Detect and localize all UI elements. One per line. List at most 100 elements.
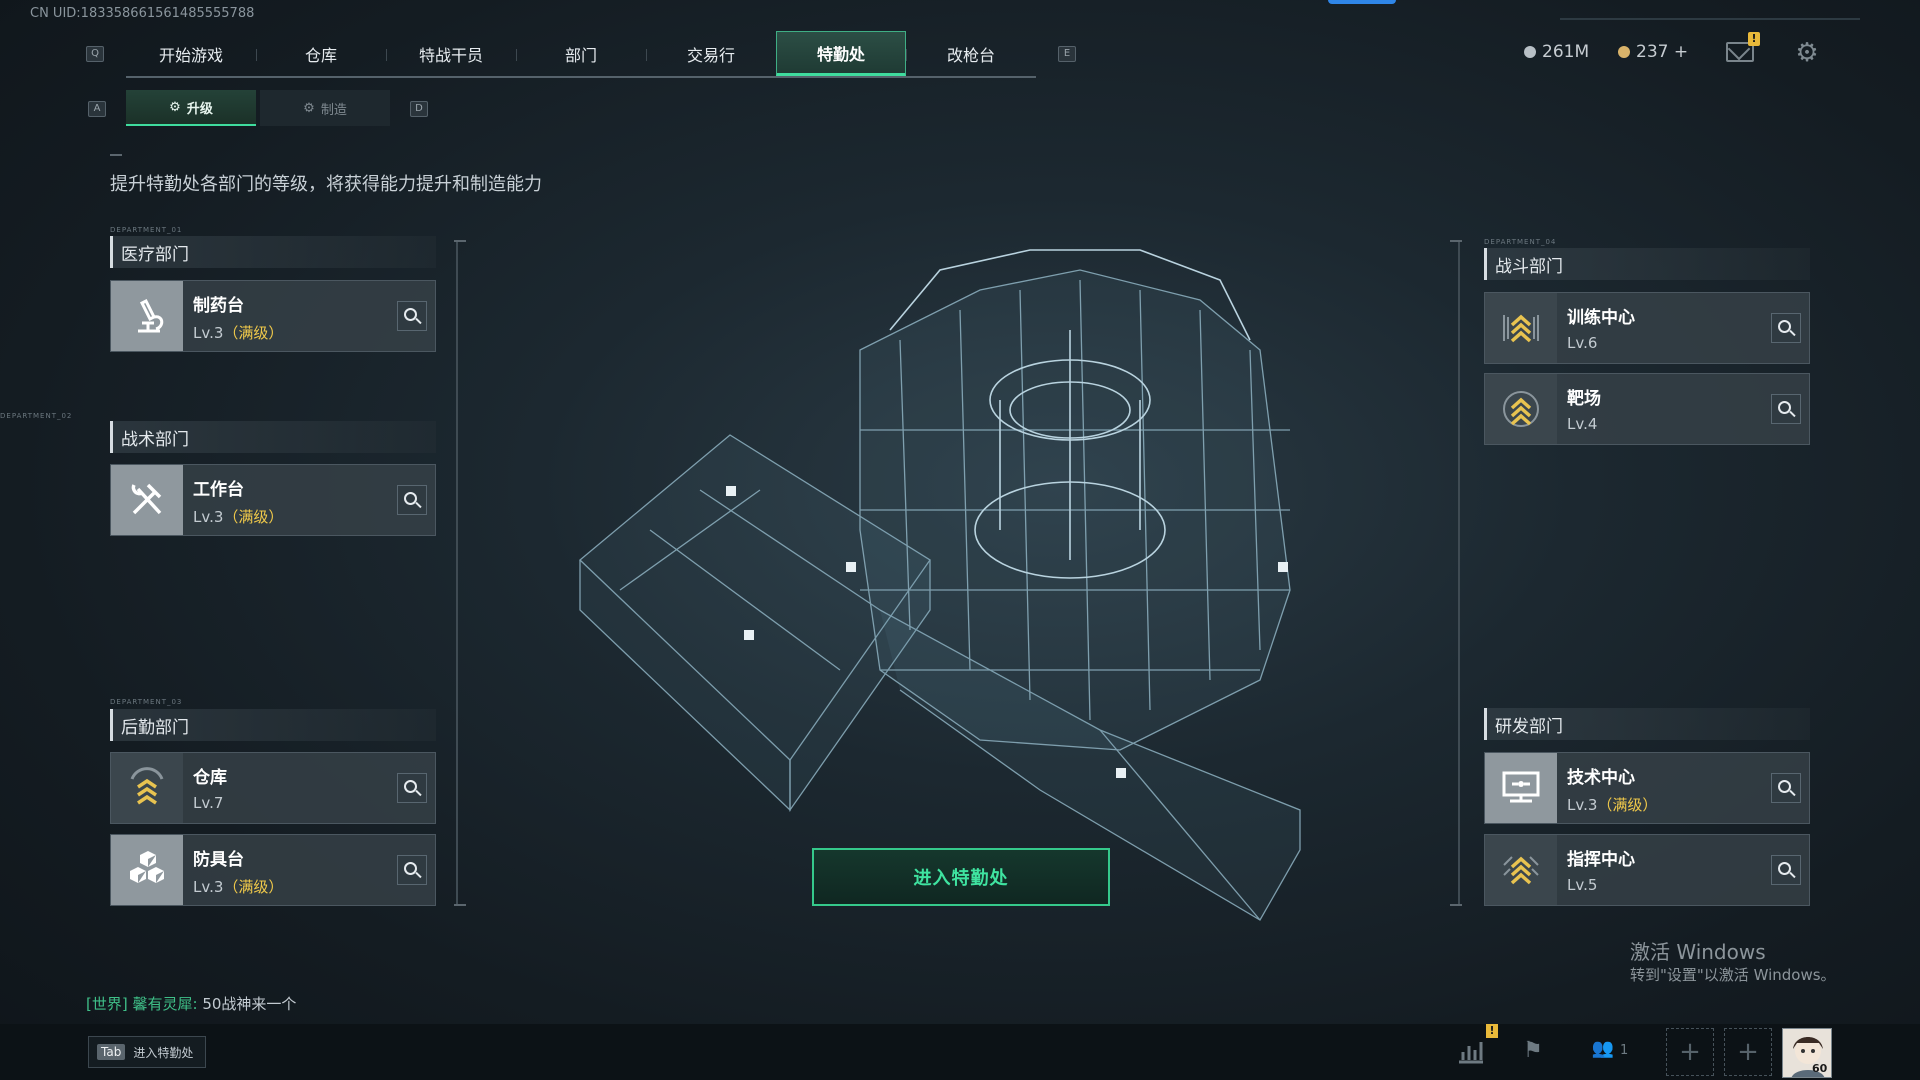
- right-bracket: [1458, 240, 1460, 906]
- rank-chevron-icon: [1485, 293, 1557, 363]
- max-level-tag: （满级）: [223, 878, 284, 896]
- facility-card-tech-center[interactable]: 技术中心 Lv.3（满级）: [1484, 752, 1810, 824]
- subtab-craft[interactable]: ⚙ 制造: [260, 90, 390, 126]
- tab-department[interactable]: 部门: [516, 31, 646, 76]
- description-marker: [110, 154, 122, 156]
- page-description: 提升特勤处各部门的等级，将获得能力提升和制造能力: [110, 174, 542, 195]
- search-button[interactable]: [397, 773, 427, 803]
- friends-count: 1: [1619, 1043, 1629, 1058]
- search-button[interactable]: [1771, 313, 1801, 343]
- subtab-next-key: D: [410, 101, 428, 117]
- left-bracket-top-tick: [454, 240, 466, 242]
- left-bracket-bottom-tick: [454, 904, 466, 906]
- upgrade-icon: ⚙: [169, 99, 181, 115]
- level-value: Lv.7: [193, 794, 224, 812]
- search-button[interactable]: [1771, 855, 1801, 885]
- microscope-icon: [111, 281, 183, 351]
- search-button[interactable]: [1771, 773, 1801, 803]
- tab-warehouse[interactable]: 仓库: [256, 31, 386, 76]
- silver-coin-icon: [1524, 46, 1536, 58]
- team-slot-empty[interactable]: +: [1724, 1028, 1772, 1076]
- team-slot-empty[interactable]: +: [1666, 1028, 1714, 1076]
- stats-icon[interactable]: [1456, 1038, 1486, 1068]
- dept-medical-title: 医疗部门: [110, 236, 436, 268]
- level-value: Lv.3: [1567, 796, 1598, 814]
- bottom-bar: [0, 1024, 1920, 1080]
- top-notification-tab[interactable]: [1328, 0, 1396, 4]
- subtab-prev-key: A: [88, 101, 106, 117]
- silver-currency[interactable]: 261M: [1524, 42, 1589, 62]
- dept-medical-tag: DEPARTMENT_01: [110, 226, 183, 234]
- nav-next-key: E: [1058, 46, 1076, 62]
- chat-sender: 馨有灵犀:: [132, 995, 198, 1013]
- search-icon: [403, 491, 417, 505]
- tab-hint-label: 进入特勤处: [133, 1045, 194, 1060]
- mail-badge: !: [1748, 32, 1760, 46]
- hammer-wrench-icon: [111, 465, 183, 535]
- facility-card-training-center[interactable]: 训练中心 Lv.6: [1484, 292, 1810, 364]
- facility-level: Lv.3（满级）: [193, 876, 425, 897]
- search-icon: [1777, 319, 1791, 333]
- player-uid: CN UID:1833586615614855557​88: [30, 6, 255, 21]
- rank-chevron-icon: [111, 753, 183, 823]
- facility-card-command-center[interactable]: 指挥中心 Lv.5: [1484, 834, 1810, 906]
- nav-prev-key: Q: [86, 46, 104, 62]
- facility-card-workbench[interactable]: 工作台 Lv.3（满级）: [110, 464, 436, 536]
- world-chat-line[interactable]: [世界] 馨有灵犀: 50战神来一个: [86, 993, 296, 1014]
- friends-icon: 👥: [1591, 1038, 1615, 1059]
- dept-logistics-title: 后勤部门: [110, 709, 436, 741]
- tab-start-game[interactable]: 开始游戏: [126, 31, 256, 76]
- subtab-upgrade[interactable]: ⚙ 升级: [126, 90, 256, 126]
- tab-gunsmith[interactable]: 改枪台: [906, 31, 1036, 76]
- search-button[interactable]: [397, 485, 427, 515]
- facility-name: 防具台: [193, 850, 244, 870]
- windows-watermark-title: 激活 Windows: [1630, 940, 1766, 964]
- top-divider: [1560, 18, 1860, 20]
- facility-name: 训练中心: [1567, 308, 1635, 328]
- facility-card-storage[interactable]: 仓库 Lv.7: [110, 752, 436, 824]
- max-level-tag: （满级）: [223, 324, 284, 342]
- search-button[interactable]: [397, 301, 427, 331]
- level-value: Lv.6: [1567, 334, 1598, 352]
- flag-icon[interactable]: ⚑: [1518, 1038, 1548, 1068]
- level-value: Lv.3: [193, 324, 224, 342]
- gold-currency[interactable]: 237 +: [1618, 42, 1688, 62]
- facility-card-pharmacy[interactable]: 制药台 Lv.3（满级）: [110, 280, 436, 352]
- search-icon: [403, 861, 417, 875]
- friends-button[interactable]: 👥 1: [1588, 1038, 1632, 1068]
- dept-logistics-tag: DEPARTMENT_03: [110, 698, 183, 706]
- right-bracket-bottom-tick: [1450, 904, 1462, 906]
- facility-level: Lv.3（满级）: [1567, 794, 1799, 815]
- facility-name: 仓库: [193, 768, 227, 788]
- facility-name: 靶场: [1567, 389, 1601, 409]
- facility-level: Lv.5: [1567, 876, 1799, 894]
- search-button[interactable]: [397, 855, 427, 885]
- enter-special-ops-button[interactable]: 进入特勤处: [812, 848, 1110, 906]
- subtab-bar: ⚙ 升级 ⚙ 制造: [126, 90, 390, 126]
- chat-message: 50战神来一个: [202, 995, 297, 1013]
- level-value: Lv.3: [193, 878, 224, 896]
- subtab-upgrade-label: 升级: [186, 101, 213, 117]
- gold-coin-icon: [1618, 46, 1630, 58]
- max-level-tag: （满级）: [1597, 796, 1658, 814]
- craft-icon: ⚙: [303, 100, 315, 116]
- level-value: Lv.4: [1567, 415, 1598, 433]
- tab-operators[interactable]: 特战干员: [386, 31, 516, 76]
- computer-icon: [1485, 753, 1557, 823]
- dept-combat-tag: DEPARTMENT_04: [1484, 238, 1557, 246]
- tab-shortcut-hint[interactable]: Tab 进入特勤处: [88, 1036, 206, 1068]
- facility-level: Lv.4: [1567, 415, 1799, 433]
- left-bracket: [456, 240, 458, 906]
- level-value: Lv.3: [193, 508, 224, 526]
- tab-trading[interactable]: 交易行: [646, 31, 776, 76]
- gear-icon[interactable]: ⚙: [1794, 40, 1820, 66]
- facility-card-shooting-range[interactable]: 靶场 Lv.4: [1484, 373, 1810, 445]
- base-building-model[interactable]: [560, 230, 1340, 930]
- dept-tactical-title: 战术部门: [110, 421, 436, 453]
- dept-tactical-tag: DEPARTMENT_02: [0, 412, 73, 420]
- search-button[interactable]: [1771, 394, 1801, 424]
- tab-special-ops[interactable]: 特勤处: [776, 31, 906, 76]
- max-level-tag: （满级）: [223, 508, 284, 526]
- search-icon: [403, 307, 417, 321]
- facility-card-armor-bench[interactable]: 防具台 Lv.3（满级）: [110, 834, 436, 906]
